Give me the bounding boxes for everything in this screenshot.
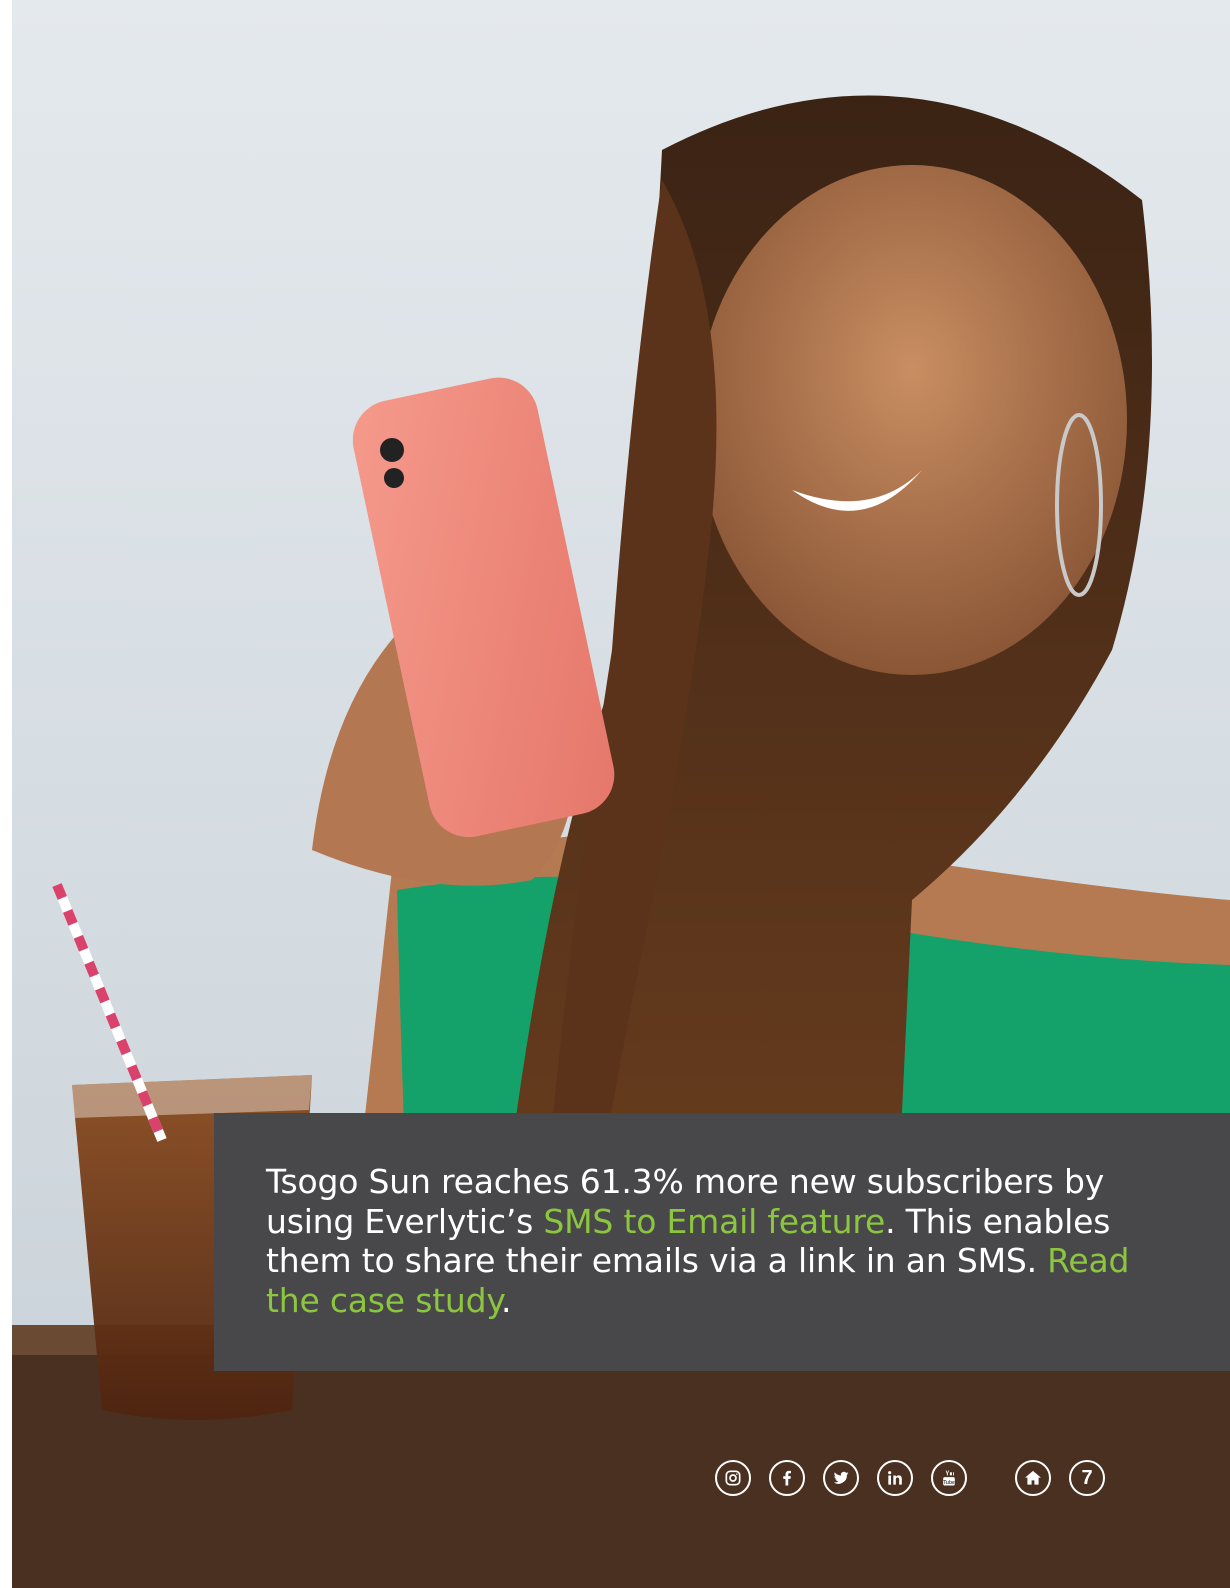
instagram-icon[interactable] <box>715 1460 751 1496</box>
svg-text:Tube: Tube <box>943 1480 955 1486</box>
twitter-icon[interactable] <box>823 1460 859 1496</box>
callout-text-suffix: . <box>501 1280 512 1320</box>
page-number: 7 <box>1081 1466 1093 1489</box>
callout-text: Tsogo Sun reaches 61.3% more new subscri… <box>266 1162 1166 1320</box>
home-icon[interactable] <box>1015 1460 1051 1496</box>
youtube-icon[interactable]: Tube <box>931 1460 967 1496</box>
page-number-badge: 7 <box>1069 1460 1105 1496</box>
linkedin-icon[interactable] <box>877 1460 913 1496</box>
sms-to-email-link[interactable]: SMS to Email feature <box>543 1202 885 1241</box>
facebook-icon[interactable] <box>769 1460 805 1496</box>
